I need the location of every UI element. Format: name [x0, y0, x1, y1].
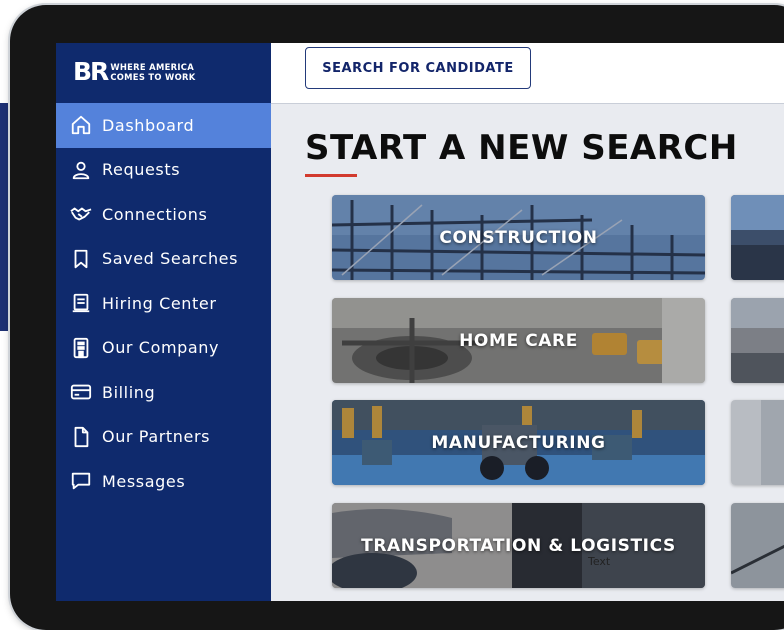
category-card-transportation-logistics[interactable]: TRANSPORTATION & LOGISTICS Text: [332, 503, 705, 588]
sidebar-item-label: Our Company: [102, 338, 220, 358]
category-card-home-care[interactable]: HOME CARE: [332, 298, 705, 383]
category-card-partial-3[interactable]: [731, 400, 784, 485]
sidebar-item-messages[interactable]: Messages: [56, 459, 271, 504]
category-label: TRANSPORTATION & LOGISTICS: [361, 535, 676, 556]
sidebar-item-dashboard[interactable]: Dashboard: [56, 103, 271, 148]
title-underline: [305, 174, 357, 177]
user-icon: [72, 161, 90, 179]
sidebar-item-label: Our Partners: [102, 427, 211, 447]
sidebar-item-label: Saved Searches: [102, 249, 239, 269]
chat-icon: [71, 473, 91, 490]
building-icon: [73, 337, 89, 358]
sidebar-item-requests[interactable]: Requests: [56, 148, 271, 193]
bookmark-icon: [74, 249, 88, 268]
sidebar-item-label: Messages: [102, 471, 186, 491]
logo-mark: BR: [73, 57, 109, 86]
sidebar-item-our-company[interactable]: Our Company: [56, 326, 271, 371]
logo-tagline-line-1: WHERE AMERICA: [110, 61, 194, 72]
logo-tagline-line-2: COMES TO WORK: [110, 71, 196, 82]
category-label: MANUFACTURING: [431, 432, 606, 453]
search-for-candidate-button[interactable]: SEARCH FOR CANDIDATE: [305, 47, 531, 89]
partial-card-image: [731, 298, 784, 383]
category-card-partial-2[interactable]: [731, 298, 784, 383]
document-icon: [72, 294, 90, 313]
sidebar-item-label: Requests: [102, 160, 181, 180]
handshake-icon: [70, 207, 92, 221]
app-screen: BR WHERE AMERICA COMES TO WORK Dashboard…: [56, 43, 784, 601]
brand-logo[interactable]: BR WHERE AMERICA COMES TO WORK: [73, 59, 196, 84]
tablet-frame: BR WHERE AMERICA COMES TO WORK Dashboard…: [10, 5, 784, 630]
category-label: HOME CARE: [459, 330, 578, 351]
overlay-text: Text: [588, 555, 611, 568]
page-title: START A NEW SEARCH: [305, 128, 738, 168]
category-card-partial-4[interactable]: [731, 503, 784, 588]
sidebar-item-label: Hiring Center: [102, 293, 217, 313]
home-icon: [71, 116, 91, 135]
sidebar-item-billing[interactable]: Billing: [56, 370, 271, 415]
category-label: CONSTRUCTION: [439, 227, 598, 248]
partial-card-image: [731, 195, 784, 280]
sidebar-item-connections[interactable]: Connections: [56, 192, 271, 237]
category-card-construction[interactable]: CONSTRUCTION: [332, 195, 705, 280]
top-bar: SEARCH FOR CANDIDATE: [271, 43, 784, 104]
credit-card-icon: [70, 384, 92, 400]
partial-card-image: [731, 400, 784, 485]
sidebar-item-our-partners[interactable]: Our Partners: [56, 415, 271, 460]
logo-tagline: WHERE AMERICA COMES TO WORK: [110, 62, 195, 82]
file-icon: [74, 426, 89, 447]
category-card-manufacturing[interactable]: MANUFACTURING: [332, 400, 705, 485]
category-card-partial-1[interactable]: [731, 195, 784, 280]
sidebar-item-saved-searches[interactable]: Saved Searches: [56, 237, 271, 282]
sidebar-item-label: Dashboard: [102, 115, 195, 135]
sidebar-nav: Dashboard Requests Connections Saved Sea…: [56, 103, 271, 504]
sidebar: BR WHERE AMERICA COMES TO WORK Dashboard…: [56, 43, 271, 601]
sidebar-item-hiring-center[interactable]: Hiring Center: [56, 281, 271, 326]
sidebar-item-label: Billing: [102, 382, 156, 402]
sidebar-item-label: Connections: [102, 204, 208, 224]
partial-card-image: [731, 503, 784, 588]
